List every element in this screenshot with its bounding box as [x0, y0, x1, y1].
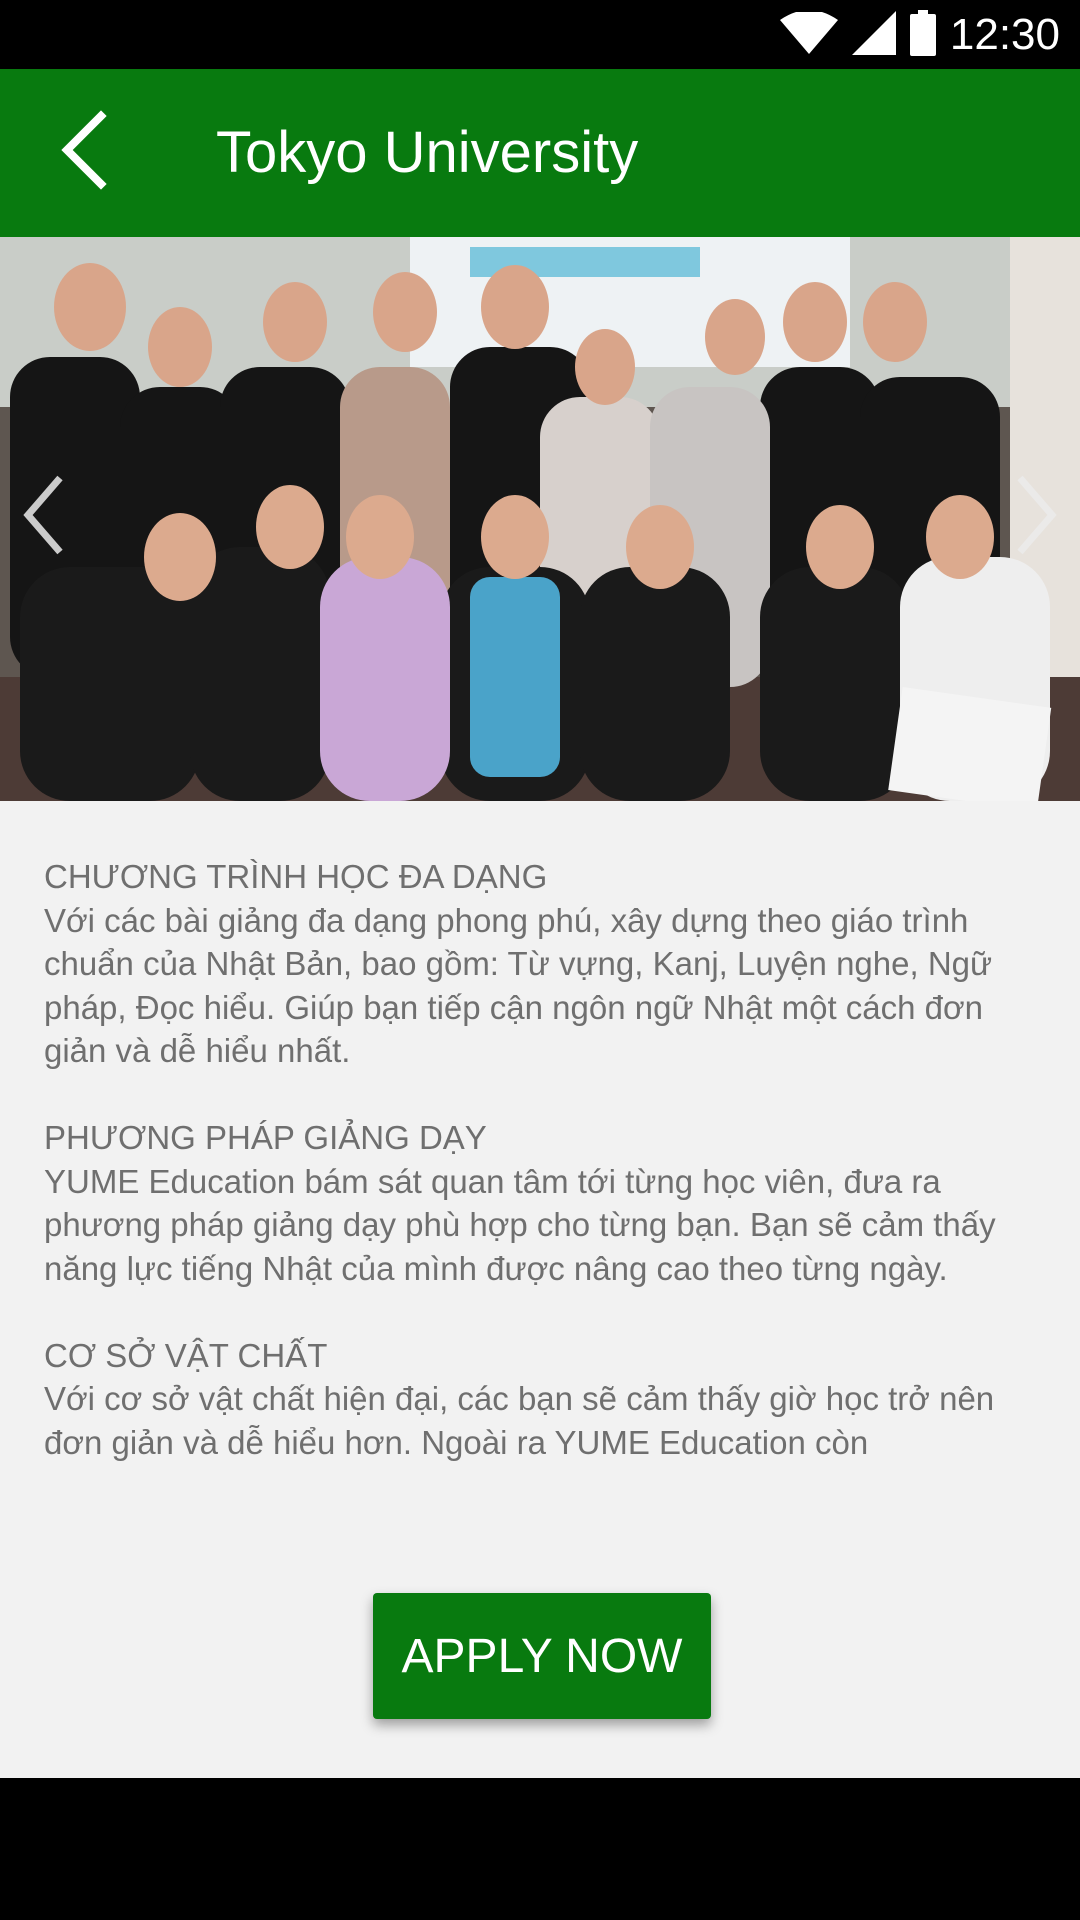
navigation-bar — [0, 1778, 1080, 1920]
signal-icon — [851, 10, 896, 60]
chevron-right-icon — [1010, 470, 1060, 565]
description-text: CHƯƠNG TRÌNH HỌC ĐA DẠNG Với các bài giả… — [44, 855, 1044, 1505]
wifi-icon — [779, 9, 838, 59]
back-button[interactable] — [40, 107, 130, 197]
app-screen: 12:30 Tokyo University CHƯƠNG TRÌNH HỌC … — [0, 0, 1080, 1920]
section-facilities: CƠ SỞ VẬT CHẤT Với cơ sở vật chất hiện đ… — [44, 1334, 1044, 1465]
section-teaching-method: PHƯƠNG PHÁP GIẢNG DẠY YUME Education bám… — [44, 1116, 1044, 1290]
carousel-image — [0, 237, 1080, 801]
carousel-prev-button[interactable] — [10, 452, 80, 582]
section-heading: CƠ SỞ VẬT CHẤT — [44, 1336, 328, 1374]
section-heading: CHƯƠNG TRÌNH HỌC ĐA DẠNG — [44, 858, 548, 895]
chevron-left-icon — [20, 470, 70, 565]
page-title: Tokyo University — [216, 120, 639, 185]
arrow-back-icon — [55, 109, 115, 195]
section-body: YUME Education bám sát quan tâm tới từng… — [44, 1162, 996, 1287]
section-body: Với cơ sở vật chất hiện đại, các bạn sẽ … — [44, 1380, 995, 1461]
carousel-next-button[interactable] — [1000, 452, 1070, 582]
status-icons: 12:30 — [779, 9, 1060, 61]
section-heading: PHƯƠNG PHÁP GIẢNG DẠY — [44, 1119, 487, 1156]
app-bar: Tokyo University — [0, 69, 1080, 237]
status-bar: 12:30 — [0, 0, 1080, 69]
status-time: 12:30 — [949, 10, 1060, 59]
apply-now-button[interactable]: APPLY NOW — [373, 1593, 711, 1719]
section-body: Với các bài giảng đa dạng phong phú, xây… — [44, 901, 993, 1070]
image-carousel[interactable] — [0, 237, 1080, 801]
main-content: CHƯƠNG TRÌNH HỌC ĐA DẠNG Với các bài giả… — [0, 237, 1080, 1778]
battery-icon — [909, 9, 936, 61]
section-curriculum: CHƯƠNG TRÌNH HỌC ĐA DẠNG Với các bài giả… — [44, 855, 1044, 1073]
